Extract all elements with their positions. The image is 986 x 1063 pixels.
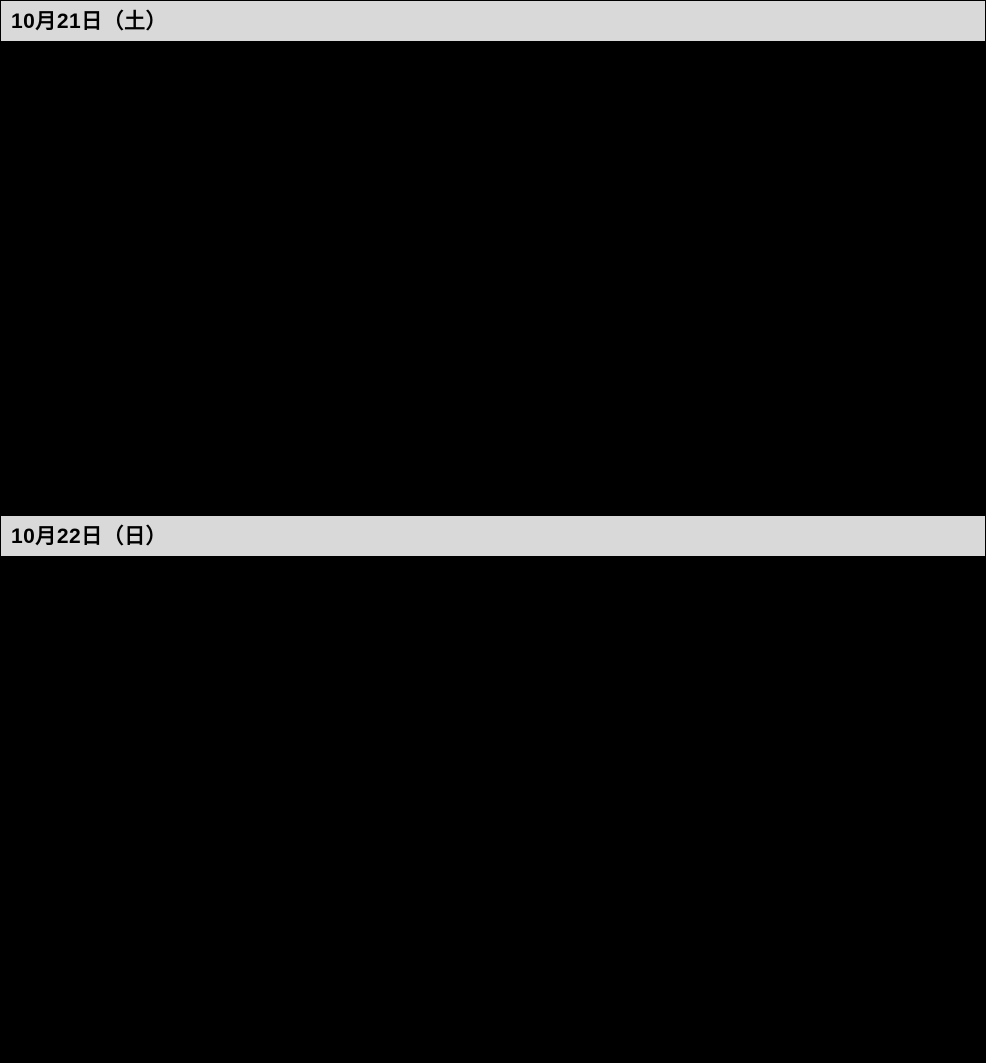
date-header-0: 10月21日（土） bbox=[0, 0, 986, 42]
date-label: 10月21日（土） bbox=[11, 10, 167, 33]
date-label: 10月22日（日） bbox=[11, 525, 167, 548]
content-block-1 bbox=[0, 557, 986, 1063]
content-block-0 bbox=[0, 42, 986, 515]
date-header-1: 10月22日（日） bbox=[0, 515, 986, 557]
